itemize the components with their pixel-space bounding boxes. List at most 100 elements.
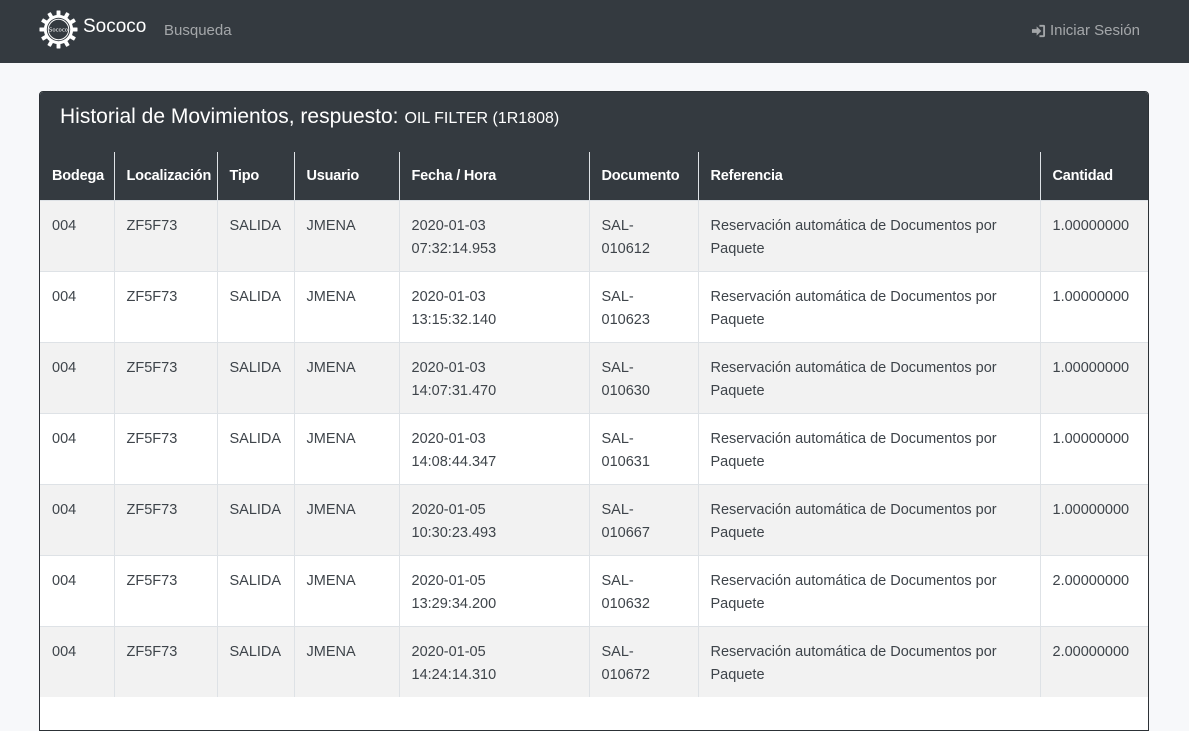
cell-ref-line2: Paquete (710, 666, 765, 683)
cell-documento: SAL- 010672 (588, 625, 699, 697)
part-name: OIL FILTER (1R1808) (404, 110, 560, 127)
cell-ref-line1: Reservación automática de Documentos por (710, 430, 997, 447)
cell-tipo: SALIDA (216, 483, 295, 555)
cell-bodega: 004 (40, 554, 115, 626)
cell-bodega: 004 (40, 412, 115, 484)
cell-usuario: JMENA (293, 554, 400, 626)
cell-localizacion: ZF5F73 (113, 341, 218, 413)
cell-fecha-hora: 2020-01-03 14:07:31.470 (398, 341, 590, 413)
cell-localizacion: ZF5F73 (113, 554, 218, 626)
cell-cantidad: 1.00000000 (1039, 270, 1148, 342)
cell-doc-num: 010612 (601, 240, 650, 257)
cell-usuario: JMENA (293, 199, 400, 271)
top-navbar: Sococo Sococo Busqueda Iniciar Sesión (0, 0, 1189, 63)
cell-bodega: 004 (40, 270, 115, 342)
cell-doc-prefix: SAL- (601, 643, 634, 660)
cell-fecha-hora: 2020-01-03 14:08:44.347 (398, 412, 590, 484)
cell-hora: 13:15:32.140 (411, 311, 497, 328)
cell-fecha-hora: 2020-01-05 10:30:23.493 (398, 483, 590, 555)
cell-fecha-hora: 2020-01-03 13:15:32.140 (398, 270, 590, 342)
cell-doc-num: 010672 (601, 666, 650, 683)
cell-hora: 13:29:34.200 (411, 595, 497, 612)
cell-localizacion: ZF5F73 (113, 199, 218, 271)
cell-doc-num: 010667 (601, 524, 650, 541)
cell-ref-line2: Paquete (710, 524, 765, 541)
cell-usuario: JMENA (293, 270, 400, 342)
cell-referencia: Reservación automática de Documentos por… (697, 199, 1041, 271)
cell-ref-line2: Paquete (710, 311, 765, 328)
cell-fecha: 2020-01-05 (411, 572, 486, 589)
table-row: 004 ZF5F73 SALIDA JMENA 2020-01-03 07:32:… (40, 199, 1148, 271)
cell-doc-prefix: SAL- (601, 430, 634, 447)
cell-referencia: Reservación automática de Documentos por… (697, 554, 1041, 626)
cell-tipo: SALIDA (216, 341, 295, 413)
cell-referencia: Reservación automática de Documentos por… (697, 341, 1041, 413)
cell-hora: 10:30:23.493 (411, 524, 497, 541)
cell-doc-prefix: SAL- (601, 217, 634, 234)
table-header-row: Bodega Localización Tipo Usuario Fecha /… (40, 152, 1148, 201)
cell-referencia: Reservación automática de Documentos por… (697, 483, 1041, 555)
login-label: Iniciar Sesión (1049, 22, 1140, 39)
cell-fecha: 2020-01-05 (411, 501, 486, 518)
cell-fecha: 2020-01-03 (411, 359, 486, 376)
brand-name: Sococo (83, 15, 147, 37)
svg-text:Sococo: Sococo (49, 27, 68, 33)
cell-ref-line2: Paquete (710, 595, 765, 612)
cell-bodega: 004 (40, 483, 115, 555)
cell-hora: 14:08:44.347 (411, 453, 497, 470)
col-header-localizacion: Localización (113, 152, 218, 201)
cell-doc-prefix: SAL- (601, 288, 634, 305)
gear-logo-icon: Sococo (39, 10, 78, 49)
nav-link-busqueda[interactable]: Busqueda (164, 21, 232, 41)
table-row: 004 ZF5F73 SALIDA JMENA 2020-01-03 14:08:… (40, 412, 1148, 484)
cell-usuario: JMENA (293, 483, 400, 555)
cell-ref-line1: Reservación automática de Documentos por (710, 501, 997, 518)
cell-ref-line1: Reservación automática de Documentos por (710, 288, 997, 305)
brand-link[interactable]: Sococo Sococo (39, 10, 146, 49)
cell-ref-line1: Reservación automática de Documentos por (710, 217, 997, 234)
cell-localizacion: ZF5F73 (113, 412, 218, 484)
cell-hora: 07:32:14.953 (411, 240, 497, 257)
cell-tipo: SALIDA (216, 554, 295, 626)
cell-fecha: 2020-01-03 (411, 217, 486, 234)
cell-documento: SAL- 010612 (588, 199, 699, 271)
sign-in-icon (1031, 24, 1045, 38)
cell-doc-prefix: SAL- (601, 359, 634, 376)
cell-localizacion: ZF5F73 (113, 483, 218, 555)
cell-fecha-hora: 2020-01-03 07:32:14.953 (398, 199, 590, 271)
movements-card: Historial de Movimientos, respuesto: OIL… (39, 91, 1149, 731)
cell-ref-line1: Reservación automática de Documentos por (710, 572, 997, 589)
card-title: Historial de Movimientos, respuesto: (60, 105, 399, 128)
table-row: 004 ZF5F73 SALIDA JMENA 2020-01-05 14:24:… (40, 625, 1148, 697)
table-row: 004 ZF5F73 SALIDA JMENA 2020-01-05 10:30:… (40, 483, 1148, 555)
col-header-referencia: Referencia (697, 152, 1041, 201)
cell-fecha: 2020-01-03 (411, 430, 486, 447)
cell-bodega: 004 (40, 625, 115, 697)
cell-ref-line1: Reservación automática de Documentos por (710, 643, 997, 660)
col-header-tipo: Tipo (216, 152, 295, 201)
cell-doc-num: 010623 (601, 311, 650, 328)
col-header-documento: Documento (588, 152, 699, 201)
cell-doc-num: 010630 (601, 382, 650, 399)
cell-referencia: Reservación automática de Documentos por… (697, 412, 1041, 484)
login-link[interactable]: Iniciar Sesión (1031, 21, 1140, 41)
cell-bodega: 004 (40, 341, 115, 413)
table-row: 004 ZF5F73 SALIDA JMENA 2020-01-03 14:07:… (40, 341, 1148, 413)
cell-doc-prefix: SAL- (601, 572, 634, 589)
cell-cantidad: 1.00000000 (1039, 199, 1148, 271)
cell-fecha: 2020-01-05 (411, 643, 486, 660)
cell-referencia: Reservación automática de Documentos por… (697, 625, 1041, 697)
cell-tipo: SALIDA (216, 270, 295, 342)
cell-usuario: JMENA (293, 412, 400, 484)
cell-fecha-hora: 2020-01-05 14:24:14.310 (398, 625, 590, 697)
cell-documento: SAL- 010632 (588, 554, 699, 626)
cell-hora: 14:07:31.470 (411, 382, 497, 399)
col-header-cantidad: Cantidad (1039, 152, 1148, 201)
cell-fecha-hora: 2020-01-05 13:29:34.200 (398, 554, 590, 626)
cell-fecha: 2020-01-03 (411, 288, 486, 305)
cell-ref-line2: Paquete (710, 240, 765, 257)
cell-bodega: 004 (40, 199, 115, 271)
cell-cantidad: 1.00000000 (1039, 483, 1148, 555)
cell-localizacion: ZF5F73 (113, 270, 218, 342)
cell-doc-prefix: SAL- (601, 501, 634, 518)
